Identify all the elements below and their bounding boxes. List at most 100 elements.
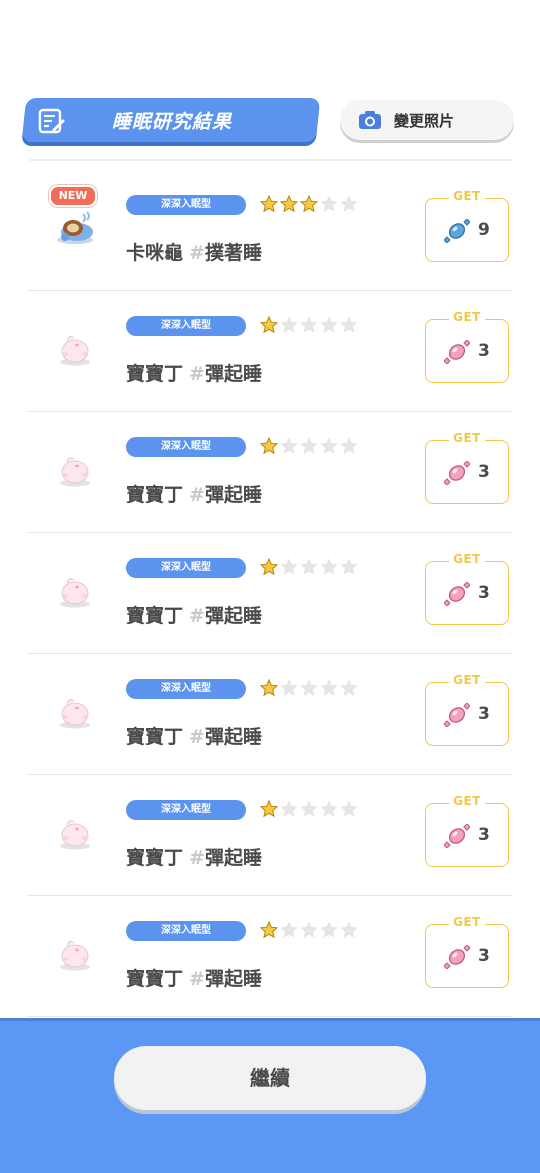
pink-candy-icon bbox=[444, 582, 470, 606]
result-list[interactable]: NEW 深深入眠型 卡咪龜 #撲著睡 GET 9 深深入眠型 寶寶丁 #彈起睡 … bbox=[0, 170, 540, 1017]
hash-mark: # bbox=[189, 968, 205, 990]
pokemon-name-line: 寶寶丁 #彈起睡 bbox=[126, 964, 262, 991]
result-row[interactable]: 深深入眠型 寶寶丁 #彈起睡 GET 3 bbox=[27, 412, 513, 533]
pokemon-name-line: 寶寶丁 #彈起睡 bbox=[126, 843, 262, 870]
star-rating bbox=[260, 800, 358, 818]
star-empty-icon bbox=[280, 800, 298, 817]
star-empty-icon bbox=[300, 679, 318, 696]
pokemon-name: 寶寶丁 bbox=[126, 968, 184, 990]
result-row[interactable]: 深深入眠型 寶寶丁 #彈起睡 GET 3 bbox=[27, 533, 513, 654]
star-empty-icon bbox=[280, 437, 298, 454]
igglybuff-sleeping-sprite-icon bbox=[60, 336, 90, 366]
star-empty-icon bbox=[320, 558, 338, 575]
star-empty-icon bbox=[320, 679, 338, 696]
pokemon-name: 寶寶丁 bbox=[126, 847, 184, 869]
igglybuff-sleeping-sprite-icon bbox=[60, 578, 90, 608]
hash-mark: # bbox=[189, 847, 205, 869]
reward-box: GET 3 bbox=[425, 673, 509, 746]
star-empty-icon bbox=[320, 316, 338, 333]
pink-candy-icon bbox=[444, 703, 470, 727]
page-title: 睡眠研究結果 bbox=[111, 110, 232, 133]
sleep-style: 彈起睡 bbox=[204, 605, 262, 627]
pokemon-name-line: 卡咪龜 #撲著睡 bbox=[126, 238, 262, 265]
star-empty-icon bbox=[300, 558, 318, 575]
pokemon-name: 卡咪龜 bbox=[126, 242, 184, 264]
pokemon-name-line: 寶寶丁 #彈起睡 bbox=[126, 359, 262, 386]
star-filled-icon bbox=[260, 195, 278, 213]
star-empty-icon bbox=[300, 316, 318, 333]
get-label: GET bbox=[449, 189, 485, 203]
star-rating bbox=[260, 316, 358, 334]
sleep-type-badge: 深深入眠型 bbox=[126, 558, 246, 578]
star-empty-icon bbox=[320, 437, 338, 454]
reward-box: GET 3 bbox=[425, 431, 509, 504]
star-empty-icon bbox=[300, 800, 318, 817]
continue-button[interactable]: 繼續 bbox=[114, 1046, 426, 1110]
sleep-style: 彈起睡 bbox=[204, 363, 262, 385]
star-filled-icon bbox=[260, 800, 278, 818]
get-label: GET bbox=[449, 673, 485, 687]
result-row[interactable]: 深深入眠型 寶寶丁 #彈起睡 GET 3 bbox=[27, 654, 513, 775]
candy-count: 9 bbox=[478, 220, 490, 240]
get-label: GET bbox=[449, 431, 485, 445]
star-empty-icon bbox=[340, 558, 358, 575]
camera-icon bbox=[359, 111, 381, 129]
reward-box: GET 3 bbox=[425, 552, 509, 625]
change-photo-button[interactable]: 變更照片 bbox=[340, 100, 514, 140]
sleep-style: 撲著睡 bbox=[204, 242, 262, 264]
sleep-research-results-tab[interactable]: 睡眠研究結果 bbox=[21, 98, 321, 142]
candy-count: 3 bbox=[478, 341, 490, 361]
pokemon-name-line: 寶寶丁 #彈起睡 bbox=[126, 480, 262, 507]
result-row[interactable]: NEW 深深入眠型 卡咪龜 #撲著睡 GET 9 bbox=[27, 170, 513, 291]
star-filled-icon bbox=[280, 195, 298, 213]
sleep-style: 彈起睡 bbox=[204, 847, 262, 869]
sleep-type-badge: 深深入眠型 bbox=[126, 679, 246, 699]
sleep-style: 彈起睡 bbox=[204, 726, 262, 748]
star-empty-icon bbox=[340, 195, 358, 212]
sleep-type-badge: 深深入眠型 bbox=[126, 437, 246, 457]
sleep-type-badge: 深深入眠型 bbox=[126, 316, 246, 336]
star-rating bbox=[260, 437, 358, 455]
star-filled-icon bbox=[300, 195, 318, 213]
igglybuff-sleeping-sprite-icon bbox=[60, 457, 90, 487]
reward-box: GET 3 bbox=[425, 794, 509, 867]
candy-count: 3 bbox=[478, 704, 490, 724]
star-empty-icon bbox=[340, 921, 358, 938]
pink-candy-icon bbox=[444, 340, 470, 364]
star-empty-icon bbox=[280, 316, 298, 333]
pokemon-name-line: 寶寶丁 #彈起睡 bbox=[126, 601, 262, 628]
candy-count: 3 bbox=[478, 462, 490, 482]
blue-candy-icon bbox=[444, 219, 470, 243]
hash-mark: # bbox=[189, 242, 205, 264]
star-empty-icon bbox=[320, 800, 338, 817]
star-filled-icon bbox=[260, 558, 278, 576]
change-photo-label: 變更照片 bbox=[394, 111, 455, 130]
sleep-type-badge: 深深入眠型 bbox=[126, 800, 246, 820]
star-rating bbox=[260, 195, 358, 213]
reward-box: GET 3 bbox=[425, 310, 509, 383]
igglybuff-sleeping-sprite-icon bbox=[60, 941, 90, 971]
star-rating bbox=[260, 558, 358, 576]
pokemon-name: 寶寶丁 bbox=[126, 726, 184, 748]
pink-candy-icon bbox=[444, 945, 470, 969]
hash-mark: # bbox=[189, 726, 205, 748]
star-empty-icon bbox=[340, 679, 358, 696]
pink-candy-icon bbox=[444, 824, 470, 848]
reward-box: GET 9 bbox=[425, 189, 509, 262]
result-row[interactable]: 深深入眠型 寶寶丁 #彈起睡 GET 3 bbox=[27, 291, 513, 412]
sleep-style: 彈起睡 bbox=[204, 968, 262, 990]
star-filled-icon bbox=[260, 679, 278, 697]
star-empty-icon bbox=[280, 679, 298, 696]
result-row[interactable]: 深深入眠型 寶寶丁 #彈起睡 GET 3 bbox=[27, 775, 513, 896]
header-divider bbox=[30, 159, 512, 161]
sleep-style: 彈起睡 bbox=[204, 484, 262, 506]
star-empty-icon bbox=[280, 558, 298, 575]
candy-count: 3 bbox=[478, 946, 490, 966]
igglybuff-sleeping-sprite-icon bbox=[60, 820, 90, 850]
pokemon-name: 寶寶丁 bbox=[126, 605, 184, 627]
pokemon-name: 寶寶丁 bbox=[126, 363, 184, 385]
candy-count: 3 bbox=[478, 825, 490, 845]
hash-mark: # bbox=[189, 484, 205, 506]
notes-icon bbox=[38, 107, 65, 133]
result-row[interactable]: 深深入眠型 寶寶丁 #彈起睡 GET 3 bbox=[27, 896, 513, 1017]
